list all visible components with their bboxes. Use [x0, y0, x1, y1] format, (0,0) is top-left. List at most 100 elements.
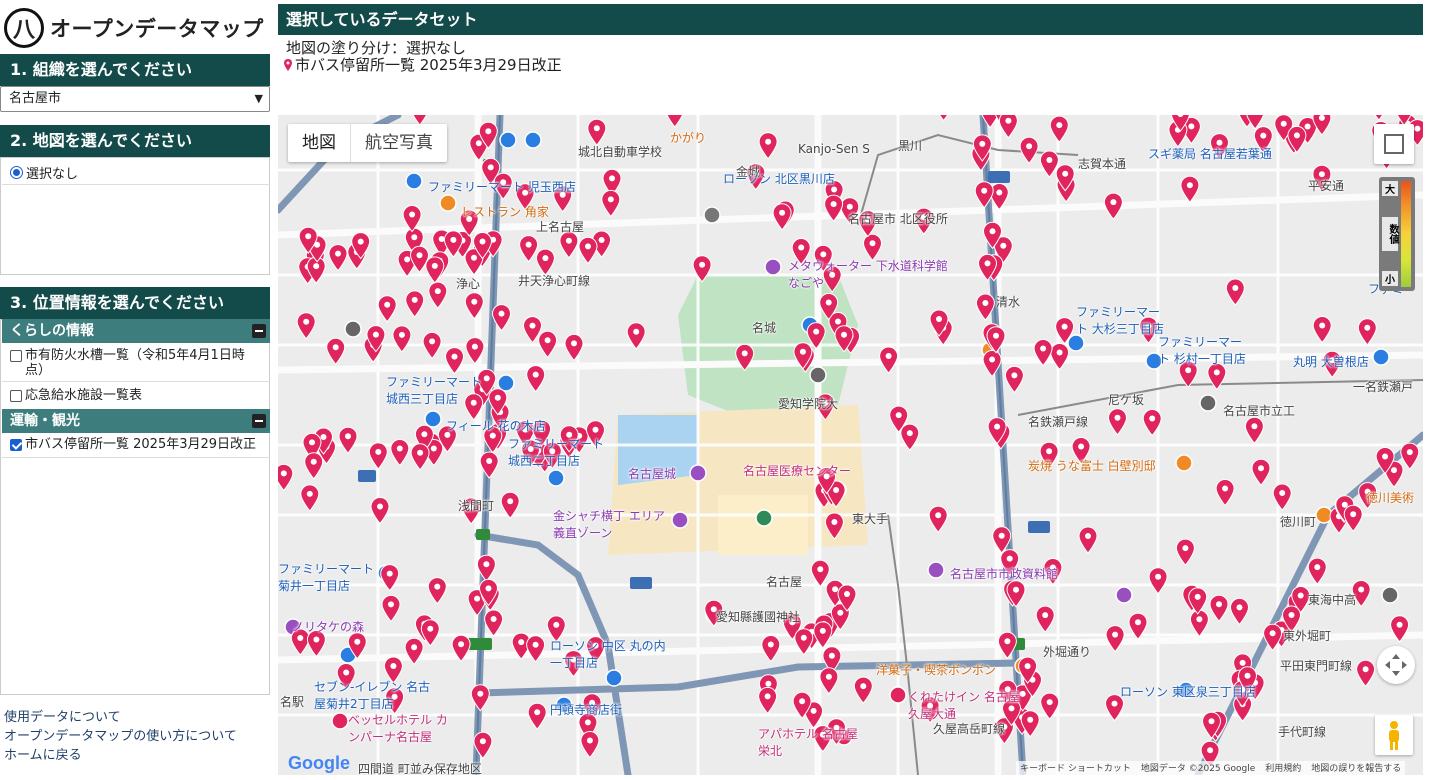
category-label: くらしの情報: [10, 323, 94, 339]
poi-marker-icon[interactable]: [344, 320, 362, 338]
report-error-link[interactable]: 地図の誤りを報告する: [1311, 761, 1401, 775]
legend-gradient: [1401, 181, 1411, 287]
map-canvas[interactable]: 城北自動車学校 金城 上名古屋 名古屋市 北区役所 黒川 志賀本通 平安通 ファ…: [278, 115, 1423, 775]
poi-marker-icon[interactable]: [1067, 334, 1085, 352]
map-label-castle-area: 城北自動車学校: [578, 145, 663, 159]
poi-marker-icon[interactable]: [1372, 348, 1390, 366]
section1-title: 1. 組織を選んでください: [0, 54, 270, 86]
map-label-meitetsu-seto: 名鉄瀬戸線: [1028, 415, 1089, 429]
collapse-icon[interactable]: [252, 324, 266, 338]
map-label-sugi-wakaba: スギ薬局 名古屋若葉通: [1148, 147, 1272, 161]
poi-marker-icon[interactable]: [547, 469, 565, 487]
poi-marker-icon[interactable]: [405, 172, 423, 190]
move-arrows-icon: [1385, 654, 1407, 676]
map-label-meijo: 名城: [752, 321, 777, 335]
fullscreen-icon-corner: [1384, 144, 1394, 154]
collapse-icon[interactable]: [252, 414, 266, 428]
poi-marker-icon[interactable]: [755, 509, 773, 527]
poi-marker-icon[interactable]: [605, 669, 623, 687]
poi-marker-icon[interactable]: [331, 712, 349, 730]
poi-marker-icon[interactable]: [809, 366, 827, 384]
google-logo-text: Google: [288, 753, 350, 773]
map-label-feel-hananoki: フィール 花の木店: [446, 419, 546, 433]
map-label-kagari: かがり: [670, 131, 707, 145]
value-legend: 大 数値 小: [1379, 177, 1415, 291]
checkbox-item-fire-tank[interactable]: 市有防火水槽一覧（令和5年4月1日時点）: [8, 348, 263, 378]
link-how-to-use[interactable]: オープンデータマップの使い方について: [4, 727, 237, 746]
poi-marker-icon[interactable]: [889, 686, 907, 704]
poi-marker-icon[interactable]: [703, 206, 721, 224]
legend-low: 小: [1382, 271, 1398, 286]
pegman-icon: [1389, 721, 1399, 750]
map-label-higashi-sotobori: 東外堀町: [1283, 629, 1332, 643]
map-label-sengencho: 浅間町: [458, 499, 495, 513]
street-view-pegman-button[interactable]: [1375, 715, 1413, 755]
map-label-amagasaka: 尼ケ坂: [1108, 393, 1145, 407]
checkbox-icon[interactable]: [10, 350, 22, 362]
map-label-familymart-josai3: ファミリーマート 城西三丁目店: [386, 375, 483, 406]
sidebar: 八 オープンデータマップ 1. 組織を選んでください 名古屋市 ▼ 2. 地図を…: [0, 0, 272, 780]
map-option-label: 選択なし: [26, 167, 79, 182]
fullscreen-button[interactable]: [1374, 124, 1414, 164]
category-label: 運輸・観光: [10, 413, 80, 429]
divider: [2, 457, 270, 458]
map-label-higashiote: 東大手: [852, 512, 889, 526]
poi-marker-icon[interactable]: [671, 511, 689, 529]
selected-dataset-header: 選択しているデータセット: [278, 4, 1423, 35]
map-type-tabs: 地図 航空写真: [288, 124, 447, 162]
divider: [2, 184, 270, 185]
map-label-aichi-gakuin: 愛知学院大: [778, 397, 839, 411]
map-label-kinshachi-yokocho: 金シャチ横丁 エリア 義直ゾーン: [553, 509, 665, 540]
dataset-row: 市バス停留所一覧 2025年3月29日改正: [284, 54, 562, 75]
keyboard-shortcuts-link[interactable]: キーボード ショートカット: [1020, 761, 1131, 775]
organization-select[interactable]: 名古屋市 ▼: [0, 86, 270, 112]
map-label-familymart-sugimura: ファミリーマート 杉村一丁目店: [1158, 335, 1246, 366]
poi-marker-icon[interactable]: [1115, 586, 1133, 604]
tab-satellite[interactable]: 航空写真: [350, 124, 447, 162]
tab-map[interactable]: 地図: [288, 124, 350, 162]
poi-marker-icon[interactable]: [499, 131, 517, 149]
map-label-seven-kikui2: セブン-イレブン 名古屋菊井2丁目店: [314, 680, 431, 711]
map-label-vessel-hotel: ベッセルホテル カンパーナ名古屋: [348, 713, 448, 744]
map-label-familymart-kikui1: ファミリーマート 菊井一丁目店: [278, 562, 375, 593]
poi-marker-icon[interactable]: [439, 194, 457, 212]
logo-mark-icon: 八: [4, 8, 44, 48]
terms-link[interactable]: 利用規約: [1265, 761, 1301, 775]
poi-marker-icon[interactable]: [764, 258, 782, 276]
camera-control-button[interactable]: [1377, 646, 1415, 684]
map-label-tokugawa-museum: 徳川美術: [1366, 491, 1415, 505]
link-home[interactable]: ホームに戻る: [4, 746, 237, 765]
link-data-info[interactable]: 使用データについて: [4, 708, 237, 727]
organization-select-value: 名古屋市: [9, 91, 62, 106]
checkbox-label: 市有防火水槽一覧（令和5年4月1日時点）: [25, 348, 245, 378]
map-option-none[interactable]: 選択なし: [10, 163, 78, 182]
poi-marker-icon[interactable]: [424, 410, 442, 428]
radio-selected-icon[interactable]: [10, 166, 23, 179]
map-label-itenjoshin: 井天浄心町線: [518, 274, 591, 288]
poi-marker-icon[interactable]: [1381, 586, 1399, 604]
poi-marker-icon[interactable]: [524, 131, 542, 149]
map-label-familymart-osugi: ファミリーマート 大杉三丁目店: [1076, 305, 1164, 336]
poi-marker-icon[interactable]: [1175, 454, 1193, 472]
divider: [2, 381, 270, 382]
poi-marker-icon[interactable]: [689, 464, 707, 482]
map-label-restaurant-kakuya: レストラン 角家: [461, 205, 549, 219]
checkbox-checked-icon[interactable]: [10, 439, 22, 451]
chevron-down-icon: ▼: [254, 92, 263, 105]
map-label-kurokawa: 黒川: [898, 139, 923, 153]
checkbox-label: 市バス停留所一覧 2025年3月29日改正: [25, 437, 257, 452]
map-data-credit: 地図データ ©2025 Google: [1140, 764, 1256, 774]
category-header-living[interactable]: くらしの情報: [2, 319, 270, 343]
checkbox-item-bus-stops[interactable]: 市バス停留所一覧 2025年3月29日改正: [8, 437, 263, 452]
google-logo: Google: [288, 753, 350, 774]
poi-marker-icon[interactable]: [927, 561, 945, 579]
checkbox-item-water-supply[interactable]: 応急給水施設一覧表: [8, 388, 263, 403]
poi-marker-icon[interactable]: [1199, 394, 1217, 412]
checkbox-icon[interactable]: [10, 390, 22, 402]
map-label-bonbon: 洋菓子・喫茶ボンボン: [876, 663, 997, 677]
map-attribution: キーボード ショートカット 地図データ ©2025 Google 利用規約 地図…: [1016, 761, 1406, 775]
map-label-meitetsu-seto-edge: 一名鉄瀬戸: [1353, 380, 1414, 394]
category-header-transport[interactable]: 運輸・観光: [2, 409, 270, 433]
map-label-joshin: 浄心: [456, 277, 481, 291]
map-label-apa-hotel: アパホテル 名古屋栄北: [758, 727, 858, 758]
